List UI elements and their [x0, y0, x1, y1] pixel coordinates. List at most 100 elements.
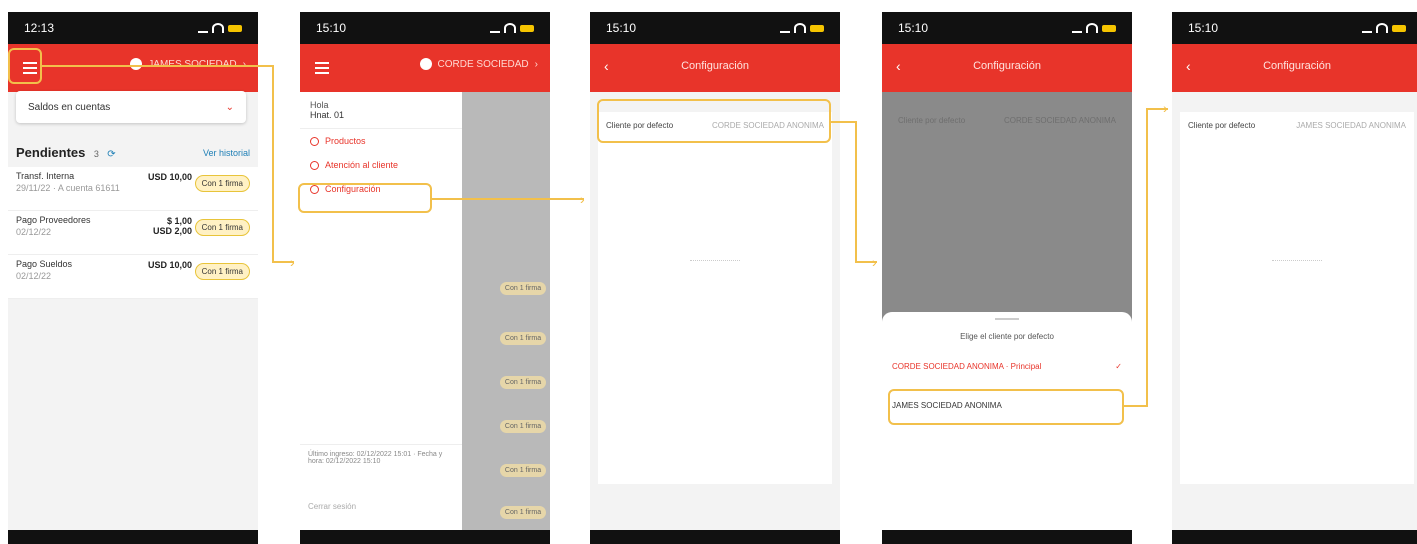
item-amount: USD 10,00	[147, 260, 192, 270]
status-badge: Con 1 firma	[194, 219, 250, 236]
phone-screen-1: 12:13 JAMES SOCIEDAD › Saldos en cuentas …	[8, 12, 258, 544]
sheet-handle[interactable]	[995, 318, 1019, 320]
chevron-down-icon: ⌄	[225, 101, 234, 113]
company-name: CORDE SOCIEDAD	[437, 58, 529, 70]
bank-logo-icon	[419, 58, 432, 70]
app-bar: JAMES SOCIEDAD ›	[8, 44, 258, 92]
highlight-menu-icon	[8, 48, 42, 84]
arrow-right-icon: ›	[872, 254, 877, 270]
battery-icon	[520, 24, 534, 32]
user-block: Hola Hnat. 01	[300, 92, 462, 129]
signal-icon	[1362, 23, 1372, 33]
home-indicator-bar	[8, 530, 258, 544]
row-label: Cliente por defecto	[898, 116, 966, 125]
products-icon	[310, 136, 319, 146]
connector	[42, 65, 272, 67]
app-bar: ‹ Configuración	[882, 44, 1132, 92]
connector	[272, 65, 274, 261]
signal-icon	[780, 23, 790, 33]
phone-screen-5: 15:10 ‹ Configuración Cliente por defect…	[1172, 12, 1417, 544]
bottom-sheet: Elige el cliente por defecto CORDE SOCIE…	[882, 312, 1132, 544]
greeting: Hola	[310, 100, 329, 110]
home-indicator-bar	[590, 530, 840, 544]
row-label: Cliente por defecto	[1188, 120, 1256, 130]
status-badge: Con 1 firma	[500, 464, 546, 477]
content-area	[1180, 138, 1414, 484]
menu-icon[interactable]	[310, 56, 334, 80]
status-bar: 12:13	[8, 12, 258, 44]
status-bar: 15:10	[300, 12, 550, 44]
list-item[interactable]: Pago Sueldos 02/12/22 USD 10,00 Con 1 fi…	[8, 255, 258, 299]
arrow-right-icon: ›	[1163, 100, 1168, 116]
pending-title: Pendientes	[16, 145, 86, 160]
connector	[1124, 405, 1148, 407]
menu-item-label: Atención al cliente	[325, 160, 399, 170]
page-title: Configuración	[973, 60, 1041, 72]
support-icon	[310, 160, 319, 170]
signal-icon	[490, 23, 500, 33]
refresh-icon[interactable]: ⟳	[107, 149, 115, 160]
status-time: 12:13	[24, 21, 55, 35]
connector	[855, 121, 857, 261]
phone-screen-3: 15:10 ‹ Configuración Cliente por defect…	[590, 12, 840, 544]
battery-icon	[1102, 24, 1116, 32]
highlight-settings-item	[298, 183, 432, 213]
menu-item-products[interactable]: Productos	[300, 129, 462, 153]
pending-list: Transf. Interna 29/11/22 · A cuenta 6161…	[8, 167, 258, 299]
default-client-row[interactable]: Cliente por defecto JAMES SOCIEDAD ANONI…	[1180, 112, 1414, 138]
screen-overlay[interactable]: Con 1 firma Con 1 firma Con 1 firma Con …	[462, 92, 550, 544]
list-item[interactable]: Pago Proveedores 02/12/22 $ 1,00 USD 2,00…	[8, 211, 258, 255]
arrow-right-icon: ›	[580, 191, 585, 207]
status-badge: Con 1 firma	[500, 376, 546, 389]
wifi-icon	[794, 23, 806, 33]
company-selector[interactable]: CORDE SOCIEDAD ›	[419, 58, 538, 70]
amount-line: $ 1,00	[166, 216, 192, 226]
history-link[interactable]: Ver historial	[203, 148, 250, 158]
logout-button[interactable]: Cerrar sesión	[308, 502, 356, 511]
home-indicator-bar	[1172, 530, 1417, 544]
company-selector[interactable]: JAMES SOCIEDAD ›	[130, 58, 246, 70]
home-indicator-bar	[300, 530, 550, 544]
account-select-label: Saldos en cuentas	[28, 101, 111, 113]
menu-item-label: Productos	[325, 136, 366, 146]
phone-screen-4: 15:10 ‹ Configuración Cliente por defect…	[882, 12, 1132, 544]
status-badge: Con 1 firma	[194, 175, 250, 192]
client-option[interactable]: CORDE SOCIEDAD ANONIMA · Principal ✓	[892, 362, 1122, 371]
status-badge: Con 1 firma	[500, 420, 546, 433]
item-amount: $ 1,00 USD 2,00	[153, 216, 192, 236]
status-time: 15:10	[316, 21, 347, 35]
app-bar: ‹ Configuración	[1172, 44, 1417, 92]
amount-line: USD 2,00	[152, 226, 192, 236]
status-badge: Con 1 firma	[194, 263, 250, 280]
default-client-row: Cliente por defecto CORDE SOCIEDAD ANONI…	[898, 116, 1116, 125]
battery-icon	[228, 24, 242, 32]
wifi-icon	[1086, 23, 1098, 33]
menu-item-support[interactable]: Atención al cliente	[300, 153, 462, 177]
connector	[432, 198, 584, 200]
status-bar: 15:10	[882, 12, 1132, 44]
check-icon: ✓	[1115, 362, 1122, 371]
option-label: CORDE SOCIEDAD ANONIMA · Principal	[892, 362, 1042, 371]
wifi-icon	[212, 23, 224, 33]
status-bar: 15:10	[590, 12, 840, 44]
status-badge: Con 1 firma	[500, 332, 546, 345]
app-bar: ‹ Configuración	[590, 44, 840, 92]
connector	[1146, 108, 1148, 407]
wifi-icon	[1376, 23, 1388, 33]
item-amount: USD 10,00	[147, 172, 192, 182]
battery-icon	[1392, 24, 1406, 32]
highlight-client-option	[888, 389, 1124, 425]
status-badge: Con 1 firma	[500, 282, 546, 295]
content-area	[598, 138, 832, 484]
signal-icon	[198, 23, 208, 33]
list-item[interactable]: Transf. Interna 29/11/22 · A cuenta 6161…	[8, 167, 258, 211]
wifi-icon	[504, 23, 516, 33]
page-title: Configuración	[1263, 60, 1331, 72]
connector	[831, 121, 855, 123]
status-bar: 15:10	[1172, 12, 1417, 44]
phone-screen-2: 15:10 CORDE SOCIEDAD › Con 1 firma Con 1 …	[300, 12, 550, 544]
status-time: 15:10	[1188, 21, 1219, 35]
row-value: CORDE SOCIEDAD ANONIMA	[1003, 116, 1116, 125]
account-select[interactable]: Saldos en cuentas ⌄	[16, 91, 246, 123]
sheet-title: Elige el cliente por defecto	[960, 332, 1054, 341]
